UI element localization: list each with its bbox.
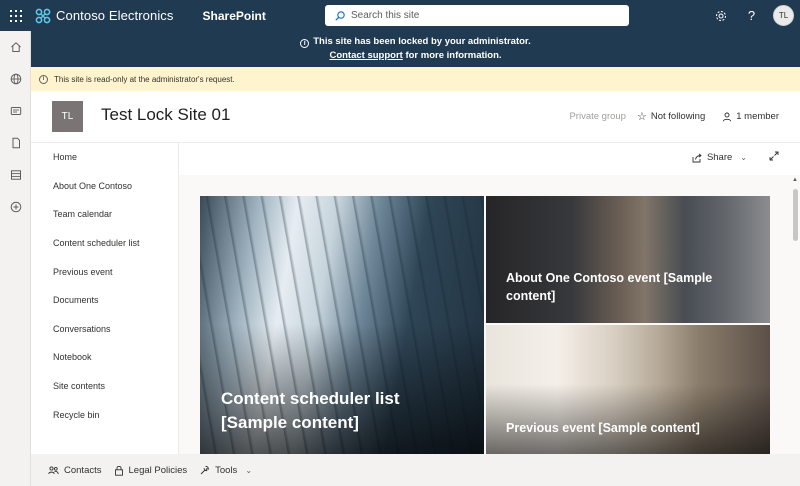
news-icon[interactable] (0, 95, 31, 127)
search-box[interactable] (325, 5, 629, 26)
share-icon (692, 152, 702, 162)
lists-icon[interactable] (0, 159, 31, 191)
readonly-bar: i This site is read-only at the administ… (31, 67, 800, 91)
lock-suffix: for more information. (402, 50, 502, 61)
privacy-label: Private group (569, 111, 626, 122)
person-icon (723, 112, 732, 121)
nav-item-site-contents[interactable]: Site contents (31, 372, 178, 401)
readonly-message: This site is read-only at the administra… (54, 74, 235, 84)
app-bar (0, 31, 31, 486)
nav-item-documents[interactable]: Documents (31, 286, 178, 315)
waffle-icon[interactable] (0, 0, 31, 31)
lock-banner: i This site has been locked by your admin… (31, 31, 800, 67)
suite-bar: Contoso Electronics SharePoint ? TL (0, 0, 800, 31)
hero-tile-title: Content scheduler list [Sample content] (221, 389, 400, 432)
create-icon[interactable] (0, 191, 31, 223)
hero-tile-about-event[interactable]: About One Contoso event [Sample content] (486, 196, 770, 323)
footer-legal-label: Legal Policies (128, 464, 188, 476)
contact-support-link[interactable]: Contact support (329, 50, 402, 61)
nav-item-recycle-bin[interactable]: Recycle bin (31, 400, 178, 429)
globe-icon[interactable] (0, 63, 31, 95)
lock-message: This site has been locked by your admini… (313, 36, 531, 47)
search-icon (335, 10, 345, 21)
lock-icon (114, 465, 123, 476)
share-button[interactable]: Share ⌄ (692, 152, 747, 163)
command-bar: Share ⌄ (179, 143, 800, 175)
nav-item-content-scheduler-list[interactable]: Content scheduler list (31, 229, 178, 258)
nav-item-about-one-contoso[interactable]: About One Contoso (31, 172, 178, 201)
expand-icon[interactable] (769, 151, 779, 164)
scroll-up-icon[interactable]: ▲ (792, 177, 798, 183)
nav-item-home[interactable]: Home (31, 143, 178, 172)
hero-tile-previous-event[interactable]: Previous event [Sample content] (486, 325, 770, 454)
footer-contacts-label: Contacts (64, 464, 102, 476)
search-input[interactable] (351, 10, 611, 21)
settings-icon[interactable] (705, 0, 736, 31)
tools-icon (200, 465, 209, 474)
footer-tools[interactable]: Tools ⌄ (199, 465, 252, 476)
brand-name: Contoso Electronics (56, 8, 174, 23)
nav-item-conversations[interactable]: Conversations (31, 315, 178, 344)
hero-tile-content-scheduler[interactable]: Content scheduler list [Sample content] (200, 196, 484, 454)
footer-legal-policies[interactable]: Legal Policies (114, 464, 188, 476)
nav-item-previous-event[interactable]: Previous event (31, 257, 178, 286)
chevron-down-icon[interactable]: ⌄ (245, 466, 252, 475)
hero-tile-title: Previous event [Sample content] (506, 421, 700, 435)
brand[interactable]: Contoso Electronics (35, 0, 174, 31)
footer: Contacts Legal Policies Tools ⌄ (31, 454, 800, 486)
star-icon: ☆ (636, 111, 647, 123)
page-canvas: Content scheduler list [Sample content] … (179, 175, 791, 454)
help-icon[interactable]: ? (736, 0, 767, 31)
scroll-thumb[interactable] (793, 189, 798, 241)
nav-item-team-calendar[interactable]: Team calendar (31, 200, 178, 229)
contacts-icon (48, 465, 59, 474)
left-navigation: Home About One Contoso Team calendar Con… (31, 143, 179, 454)
members-button[interactable]: 1 member (722, 111, 779, 122)
avatar[interactable]: TL (773, 5, 794, 26)
home-icon[interactable] (0, 31, 31, 63)
info-icon: i (300, 39, 310, 48)
follow-label: Not following (650, 111, 706, 122)
footer-tools-label: Tools (215, 464, 238, 476)
hero-tile-title: About One Contoso event [Sample content] (506, 271, 713, 303)
share-label: Share (706, 152, 733, 163)
app-name[interactable]: SharePoint (203, 9, 266, 23)
footer-contacts[interactable]: Contacts (48, 465, 102, 476)
site-title[interactable]: Test Lock Site 01 (101, 105, 230, 125)
files-icon[interactable] (0, 127, 31, 159)
chevron-down-icon: ⌄ (740, 153, 747, 162)
readonly-info-icon: i (39, 74, 48, 84)
follow-button[interactable]: ☆ Not following (637, 110, 705, 123)
contoso-logo-icon (35, 8, 51, 23)
site-logo[interactable]: TL (52, 101, 83, 132)
site-header: TL Test Lock Site 01 Private group ☆ Not… (31, 91, 800, 143)
nav-item-notebook[interactable]: Notebook (31, 343, 178, 372)
scrollbar[interactable]: ▲ (791, 175, 800, 454)
members-label: 1 member (736, 111, 779, 122)
